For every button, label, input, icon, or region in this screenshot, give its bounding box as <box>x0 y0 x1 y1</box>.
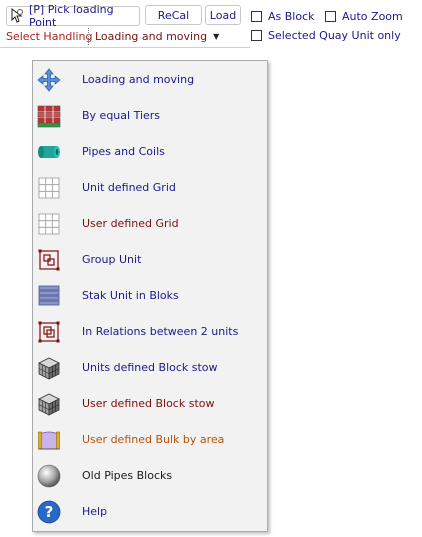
selected-quay-box[interactable] <box>251 30 262 41</box>
menu-item-units-defined-block-stow[interactable]: Units defined Block stow <box>33 350 267 386</box>
pick-loading-point-label: [P] Pick loading Point <box>29 3 114 29</box>
menu-item-label: Old Pipes Blocks <box>82 469 173 482</box>
as-block-checkbox[interactable]: As Block <box>251 10 315 23</box>
background-panel-edge <box>0 430 33 488</box>
menu-item-help[interactable]: ? Help <box>33 494 267 530</box>
handling-menu: Loading and moving By equal Tiers Pipes <box>32 60 268 532</box>
handling-value: Loading and moving <box>95 30 208 43</box>
load-button[interactable]: Load <box>205 5 241 25</box>
as-block-label: As Block <box>268 10 315 23</box>
menu-item-label: Loading and moving <box>82 73 195 86</box>
menu-item-user-defined-bulk-by-area[interactable]: User defined Bulk by area <box>33 422 267 458</box>
recal-label: ReCal <box>157 8 190 22</box>
tiers-icon <box>37 104 61 128</box>
menu-item-loading-and-moving[interactable]: Loading and moving <box>33 62 267 98</box>
menu-item-label: User defined Grid <box>82 217 179 230</box>
as-block-box[interactable] <box>251 11 262 22</box>
menu-item-label: User defined Bulk by area <box>82 433 225 446</box>
auto-zoom-checkbox[interactable]: Auto Zoom <box>325 10 403 23</box>
move-arrows-icon <box>37 68 61 92</box>
menu-item-label: Unit defined Grid <box>82 181 176 194</box>
svg-text:?: ? <box>45 503 54 521</box>
cursor-icon <box>9 7 25 24</box>
menu-item-label: Units defined Block stow <box>82 361 218 374</box>
pick-loading-point-button[interactable]: [P] Pick loading Point <box>6 3 140 29</box>
menu-item-label: User defined Block stow <box>82 397 215 410</box>
sphere-icon <box>37 464 61 488</box>
cube-icon <box>37 356 61 380</box>
menu-item-by-equal-tiers[interactable]: By equal Tiers <box>33 98 267 134</box>
menu-item-label: Stak Unit in Bloks <box>82 289 179 302</box>
menu-item-stak-unit-in-bloks[interactable]: Stak Unit in Bloks <box>33 278 267 314</box>
auto-zoom-label: Auto Zoom <box>342 10 403 23</box>
recal-button[interactable]: ReCal <box>145 5 202 25</box>
stack-icon <box>37 284 61 308</box>
menu-item-group-unit[interactable]: Group Unit <box>33 242 267 278</box>
toolbar-divider <box>0 47 250 48</box>
menu-item-label: Group Unit <box>82 253 142 266</box>
handling-separator <box>88 28 89 45</box>
menu-item-label: Pipes and Coils <box>82 145 165 158</box>
menu-item-in-relations[interactable]: In Relations between 2 units <box>33 314 267 350</box>
bulk-area-icon <box>37 428 61 452</box>
pipe-icon <box>37 140 61 164</box>
menu-item-user-defined-grid[interactable]: User defined Grid <box>33 206 267 242</box>
menu-item-unit-defined-grid[interactable]: Unit defined Grid <box>33 170 267 206</box>
selected-quay-checkbox[interactable]: Selected Quay Unit only <box>251 29 401 42</box>
user-cube-icon <box>37 392 61 416</box>
handling-dropdown[interactable]: Loading and moving ▼ <box>95 30 219 43</box>
menu-item-old-pipes-blocks[interactable]: Old Pipes Blocks <box>33 458 267 494</box>
menu-item-label: In Relations between 2 units <box>82 325 239 338</box>
menu-item-label: Help <box>82 505 108 518</box>
auto-zoom-box[interactable] <box>325 11 336 22</box>
menu-item-user-defined-block-stow[interactable]: User defined Block stow <box>33 386 267 422</box>
user-grid-icon <box>37 212 61 236</box>
menu-item-label: By equal Tiers <box>82 109 161 122</box>
chevron-down-icon: ▼ <box>213 32 220 41</box>
relation-icon <box>37 320 61 344</box>
grid-icon <box>37 176 61 200</box>
selected-quay-label: Selected Quay Unit only <box>268 29 401 42</box>
help-icon: ? <box>37 500 61 524</box>
load-label: Load <box>209 8 237 22</box>
select-handling-label: Select Handling <box>6 30 93 43</box>
group-unit-icon <box>37 248 61 272</box>
menu-item-pipes-and-coils[interactable]: Pipes and Coils <box>33 134 267 170</box>
